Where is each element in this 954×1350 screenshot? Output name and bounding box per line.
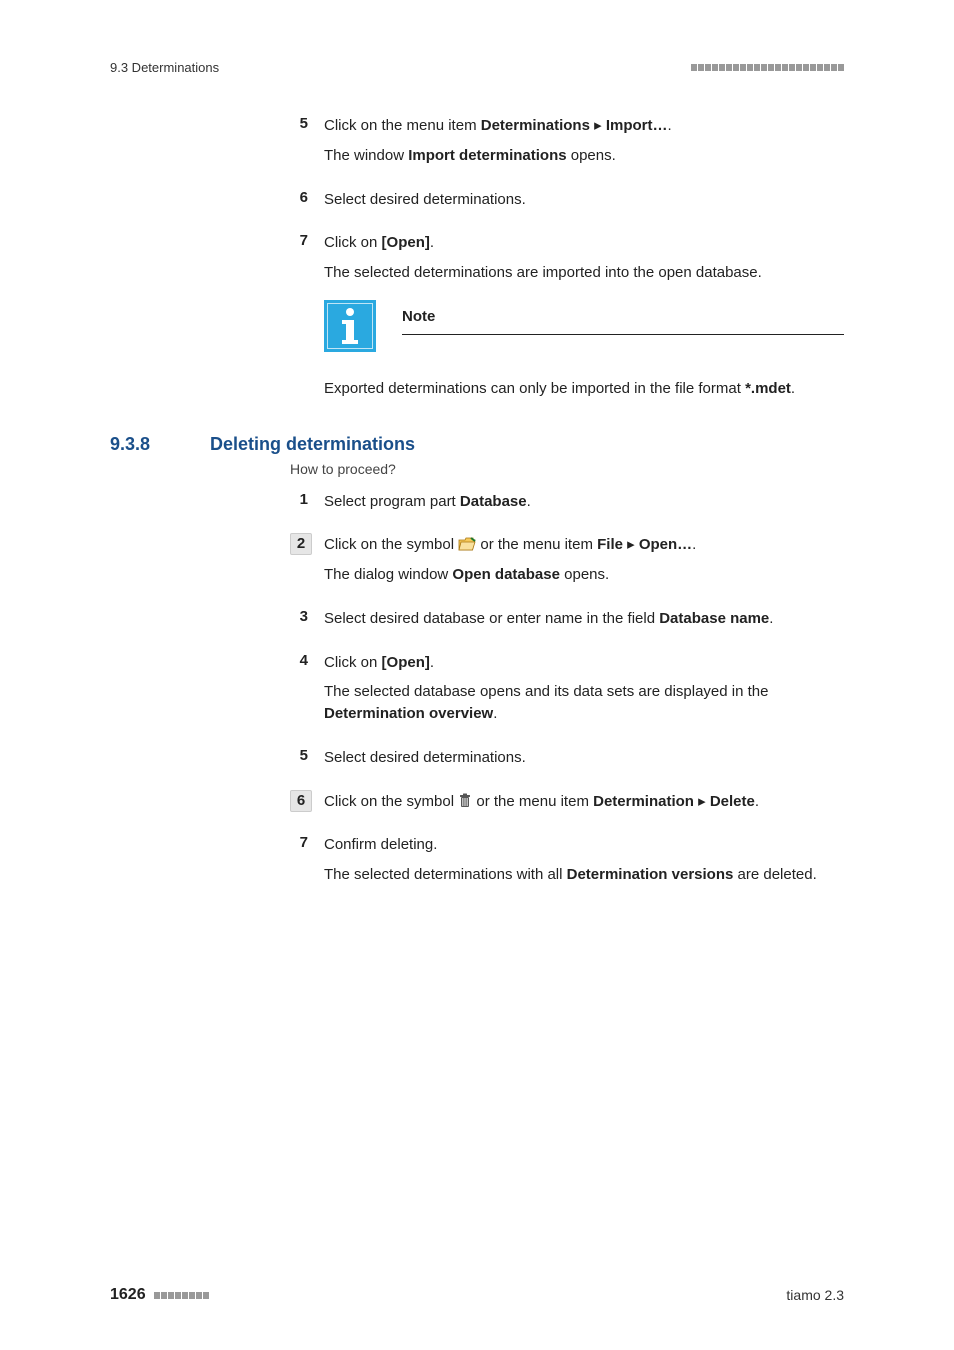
text: opens. <box>567 147 616 164</box>
field-database-name: Database name <box>659 610 769 627</box>
step-text: Confirm deleting. <box>324 834 844 856</box>
step-text: The selected determinations are imported… <box>324 262 844 284</box>
subsection-heading: 9.3.8 Deleting determinations <box>110 434 844 455</box>
step-number: 4 <box>290 652 312 669</box>
menu-determinations: Determinations <box>481 117 590 134</box>
step-text: Select desired determinations. <box>324 189 844 211</box>
text: . <box>791 380 795 397</box>
menu-arrow: ▸ <box>694 793 710 810</box>
text: are deleted. <box>733 866 816 883</box>
text: . <box>755 793 759 810</box>
step-a7: 7 Click on [Open]. The selected determin… <box>290 232 844 399</box>
text: The selected determinations with all <box>324 866 567 883</box>
step-b7: 7 Confirm deleting. The selected determi… <box>290 834 844 886</box>
text: The selected database opens and its data… <box>324 683 768 700</box>
heading-number: 9.3.8 <box>110 434 210 455</box>
determination-overview: Determination overview <box>324 705 493 722</box>
step-a6: 6 Select desired determinations. <box>290 189 844 211</box>
product-name: tiamo 2.3 <box>786 1287 844 1303</box>
text: . <box>527 493 531 510</box>
step-number: 5 <box>290 747 312 764</box>
text: opens. <box>560 566 609 583</box>
decorative-dashes-footer <box>154 1292 209 1299</box>
text: The dialog window <box>324 566 452 583</box>
text: Click on the symbol <box>324 793 458 810</box>
trash-icon <box>458 793 472 809</box>
step-number: 5 <box>290 115 312 132</box>
note-block: Note <box>324 300 844 352</box>
text: Select program part <box>324 493 460 510</box>
how-to-proceed: How to proceed? <box>290 461 844 477</box>
text: Select desired database or enter name in… <box>324 610 659 627</box>
text: . <box>667 117 671 134</box>
text: Click on the menu item <box>324 117 481 134</box>
button-open: [Open] <box>382 654 430 671</box>
step-number: 7 <box>290 232 312 249</box>
text: Click on <box>324 654 382 671</box>
step-a5: 5 Click on the menu item Determinations … <box>290 115 844 167</box>
text: . <box>692 536 696 553</box>
dialog-open-database: Open database <box>452 566 560 583</box>
text: or the menu item <box>476 536 597 553</box>
step-number: 3 <box>290 608 312 625</box>
step-b2: 2 Click on the symbol or the menu item F… <box>290 534 844 586</box>
info-icon <box>324 300 376 352</box>
window-import-determinations: Import determinations <box>408 147 566 164</box>
text: The window <box>324 147 408 164</box>
text: . <box>769 610 773 627</box>
step-number: 6 <box>290 790 312 812</box>
menu-open: Open… <box>639 536 692 553</box>
program-part-database: Database <box>460 493 527 510</box>
step-b3: 3 Select desired database or enter name … <box>290 608 844 630</box>
text: . <box>430 234 434 251</box>
step-b5: 5 Select desired determinations. <box>290 747 844 769</box>
menu-delete: Delete <box>710 793 755 810</box>
page-number: 1626 <box>110 1286 146 1304</box>
text: . <box>493 705 497 722</box>
note-body: Exported determinations can only be impo… <box>324 380 745 397</box>
step-b1: 1 Select program part Database. <box>290 491 844 513</box>
menu-file: File <box>597 536 623 553</box>
step-number: 2 <box>290 533 312 555</box>
menu-import: Import… <box>606 117 668 134</box>
decorative-dashes-top <box>691 64 844 71</box>
menu-determination: Determination <box>593 793 694 810</box>
step-b4: 4 Click on [Open]. The selected database… <box>290 652 844 725</box>
note-title: Note <box>402 306 844 335</box>
step-b6: 6 Click on the symbol or the menu item D… <box>290 791 844 813</box>
open-folder-icon <box>458 536 476 550</box>
text: or the menu item <box>472 793 593 810</box>
step-number: 1 <box>290 491 312 508</box>
text: Click on <box>324 234 382 251</box>
file-format: *.mdet <box>745 380 791 397</box>
text: Click on the symbol <box>324 536 458 553</box>
text: . <box>430 654 434 671</box>
step-number: 6 <box>290 189 312 206</box>
button-open: [Open] <box>382 234 430 251</box>
step-text: Select desired determinations. <box>324 747 844 769</box>
step-number: 7 <box>290 834 312 851</box>
menu-arrow: ▸ <box>623 536 639 553</box>
menu-arrow: ▸ <box>590 117 606 134</box>
section-header: 9.3 Determinations <box>110 60 219 75</box>
determination-versions: Determination versions <box>567 866 734 883</box>
heading-title: Deleting determinations <box>210 434 415 455</box>
